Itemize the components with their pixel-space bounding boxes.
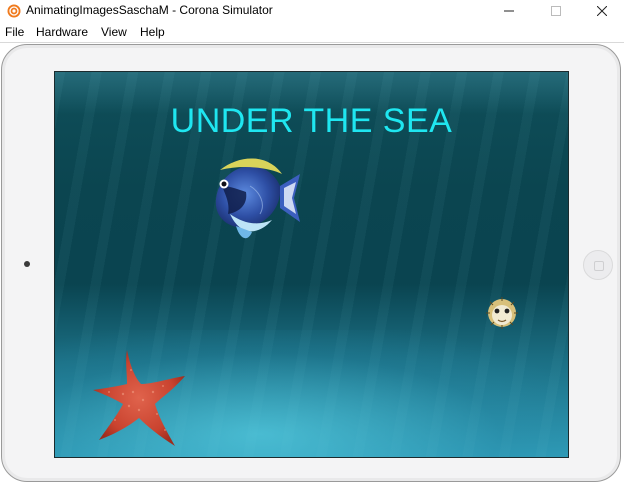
menu-hardware[interactable]: Hardware: [36, 25, 88, 39]
tang-fish-sprite: [215, 158, 300, 239]
minimize-icon: [504, 10, 514, 12]
menu-view[interactable]: View: [101, 25, 127, 39]
menu-help[interactable]: Help: [140, 25, 165, 39]
pufferfish-sprite: [486, 297, 518, 329]
close-icon: [597, 6, 607, 16]
close-button[interactable]: [579, 0, 624, 22]
maximize-icon: [551, 6, 561, 16]
home-button-icon[interactable]: [583, 250, 613, 280]
simulator-screen[interactable]: UNDER THE SEA: [54, 71, 569, 458]
minimize-button[interactable]: [486, 0, 532, 22]
corona-logo-icon: [7, 4, 21, 18]
menu-file[interactable]: File: [5, 25, 24, 39]
menu-bar: File Hardware View Help: [0, 22, 624, 43]
window-title: AnimatingImagesSaschaM - Corona Simulato…: [26, 3, 273, 17]
title-bar: AnimatingImagesSaschaM - Corona Simulato…: [0, 0, 624, 22]
game-title: UNDER THE SEA: [170, 102, 453, 140]
maximize-button[interactable]: [533, 0, 579, 22]
camera-dot: [24, 261, 30, 267]
starfish-sprite: [93, 350, 185, 446]
